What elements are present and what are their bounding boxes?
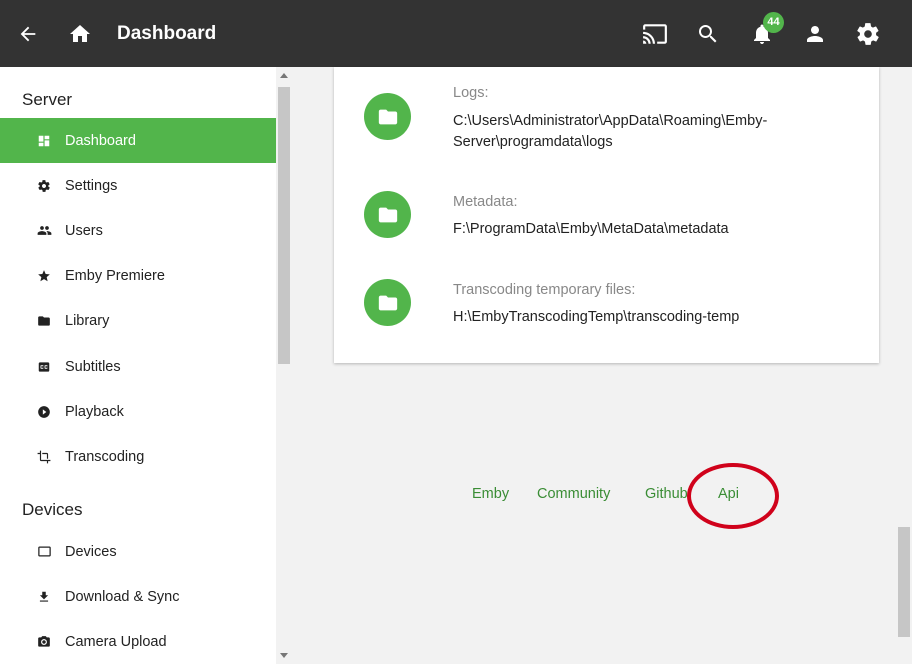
sidebar-item-emby-premiere[interactable]: Emby Premiere (0, 253, 276, 298)
sidebar-scrollbar[interactable] (276, 67, 292, 664)
sidebar-item-label: Dashboard (65, 132, 136, 149)
sidebar-item-settings[interactable]: Settings (0, 163, 276, 208)
sidebar-item-label: Settings (65, 177, 118, 194)
camera-icon (36, 634, 52, 650)
paths-card: Logs: C:\Users\Administrator\AppData\Roa… (334, 67, 879, 363)
play-circle-icon (36, 404, 52, 420)
crop-icon (36, 449, 52, 465)
sidebar-item-label: Emby Premiere (65, 267, 165, 284)
back-arrow-icon[interactable] (8, 0, 48, 67)
sidebar-item-dashboard[interactable]: Dashboard (0, 118, 276, 163)
user-icon[interactable] (795, 0, 835, 67)
cast-icon[interactable] (635, 0, 675, 67)
sidebar-item-devices[interactable]: Devices (0, 529, 276, 574)
gear-icon (36, 178, 52, 194)
sidebar-item-label: Users (65, 222, 103, 239)
notification-badge: 44 (763, 12, 784, 33)
sidebar: Server Dashboard Settings Users Emby Pre… (0, 67, 276, 664)
sidebar-scrollbar-thumb[interactable] (278, 87, 290, 364)
path-value: H:\EmbyTranscodingTemp\transcoding-temp (453, 309, 740, 325)
path-label: Logs: (453, 85, 489, 101)
sidebar-item-users[interactable]: Users (0, 208, 276, 253)
section-title-devices: Devices (22, 500, 83, 519)
scroll-down-arrow-icon[interactable] (280, 653, 288, 658)
search-icon[interactable] (688, 0, 728, 67)
sidebar-item-label: Devices (65, 543, 117, 560)
footer-link-emby[interactable]: Emby (472, 486, 509, 502)
app-header: Dashboard 44 (0, 0, 912, 67)
star-icon (36, 268, 52, 284)
home-icon[interactable] (60, 0, 100, 67)
page-scrollbar[interactable] (896, 67, 912, 664)
download-icon (36, 589, 52, 605)
sidebar-item-label: Transcoding (65, 448, 145, 465)
device-icon (36, 544, 52, 560)
sidebar-item-camera-upload[interactable]: Camera Upload (0, 619, 276, 664)
path-value: C:\Users\Administrator\AppData\Roaming\E… (453, 113, 768, 150)
folder-icon (36, 313, 52, 329)
sidebar-item-playback[interactable]: Playback (0, 389, 276, 434)
footer-link-community[interactable]: Community (537, 486, 610, 502)
sidebar-item-label: Camera Upload (65, 633, 167, 650)
page-title: Dashboard (117, 23, 217, 44)
scroll-up-arrow-icon[interactable] (280, 73, 288, 78)
users-icon (36, 223, 52, 239)
path-label: Metadata: (453, 194, 518, 210)
sidebar-item-label: Download & Sync (65, 588, 180, 605)
subtitles-icon (36, 359, 52, 375)
sidebar-item-label: Subtitles (65, 358, 121, 375)
page-scrollbar-thumb[interactable] (898, 527, 910, 637)
sidebar-item-label: Library (65, 312, 110, 329)
sidebar-item-download-sync[interactable]: Download & Sync (0, 574, 276, 619)
sidebar-item-library[interactable]: Library (0, 298, 276, 343)
sidebar-item-transcoding[interactable]: Transcoding (0, 434, 276, 479)
path-value: F:\ProgramData\Emby\MetaData\metadata (453, 221, 729, 237)
path-label: Transcoding temporary files: (453, 282, 636, 298)
dashboard-icon (36, 133, 52, 149)
folder-icon (364, 93, 411, 140)
bell-icon[interactable] (742, 0, 782, 67)
folder-icon (364, 279, 411, 326)
sidebar-item-label: Playback (65, 403, 124, 420)
sidebar-item-subtitles[interactable]: Subtitles (0, 344, 276, 389)
gear-icon[interactable] (848, 0, 888, 67)
footer-link-github[interactable]: Github (645, 486, 688, 502)
section-title-server: Server (22, 90, 73, 109)
folder-icon (364, 191, 411, 238)
annotation-circle (687, 463, 779, 529)
